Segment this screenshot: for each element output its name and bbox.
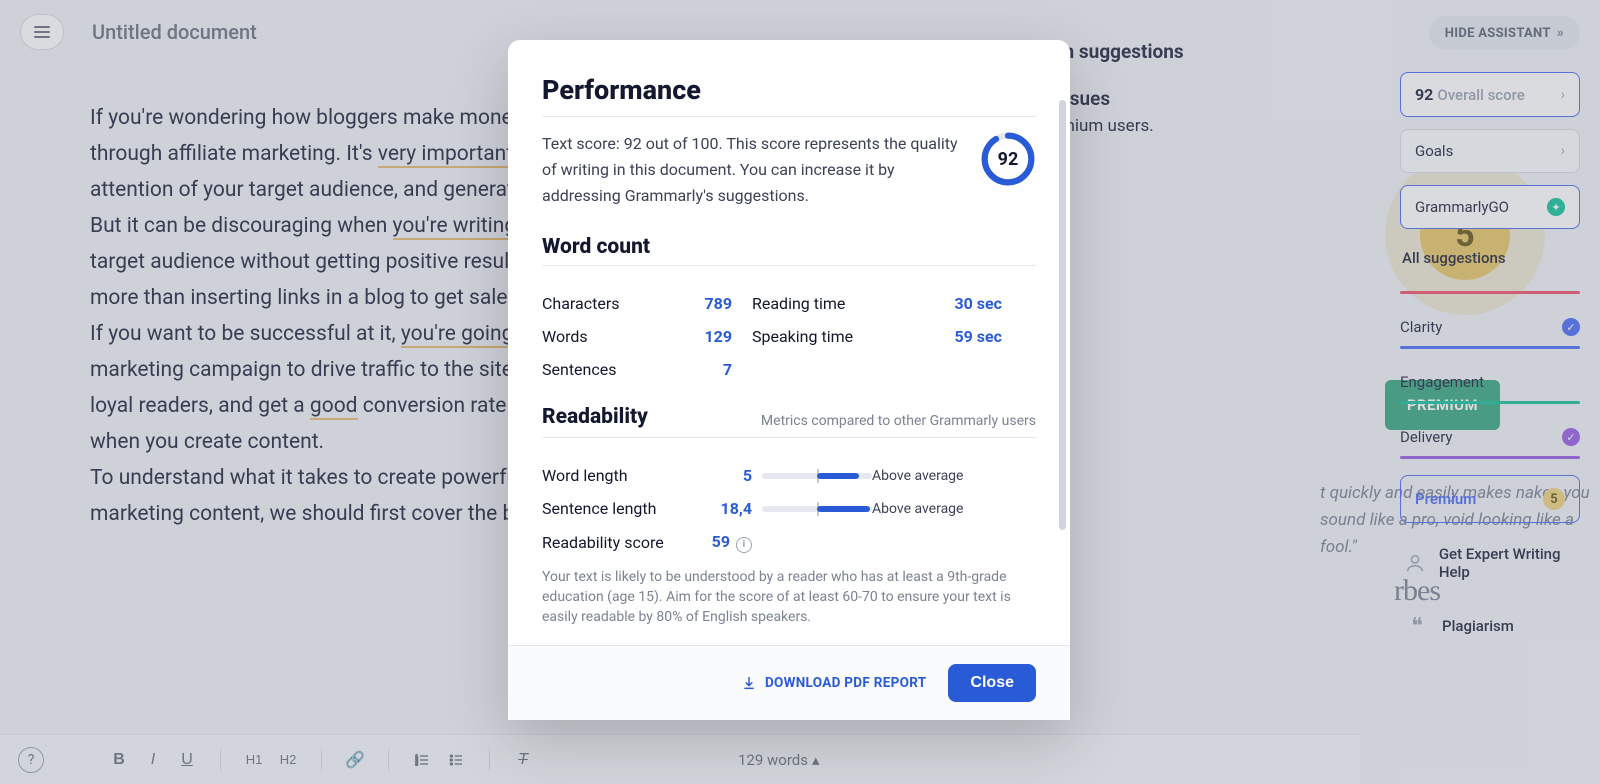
sentence-length-bar <box>762 506 872 512</box>
sentence-length-key: Sentence length <box>542 499 692 518</box>
download-pdf-label: DOWNLOAD PDF REPORT <box>765 675 926 691</box>
modal-footer: DOWNLOAD PDF REPORT Close <box>508 645 1070 720</box>
download-pdf-button[interactable]: DOWNLOAD PDF REPORT <box>741 675 926 691</box>
download-icon <box>741 675 757 691</box>
word-length-bar <box>762 473 872 479</box>
sentences-value: 7 <box>682 360 752 379</box>
speaking-time-value: 59 sec <box>902 327 1002 346</box>
word-count-stats: Characters 789 Reading time 30 sec Words… <box>542 280 1036 379</box>
close-button[interactable]: Close <box>948 664 1036 702</box>
word-length-comparison: Above average <box>872 468 1012 484</box>
word-length-value: 5 <box>692 466 762 485</box>
sentence-length-comparison: Above average <box>872 501 1012 517</box>
characters-value: 789 <box>682 294 752 313</box>
word-length-key: Word length <box>542 466 692 485</box>
words-value: 129 <box>682 327 752 346</box>
performance-title: Performance <box>542 74 1036 106</box>
sentences-key: Sentences <box>542 360 682 379</box>
characters-key: Characters <box>542 294 682 313</box>
score-ring: 92 <box>980 131 1036 187</box>
performance-modal: Performance Text score: 92 out of 100. T… <box>508 40 1070 720</box>
readability-score-key: Readability score <box>542 533 692 552</box>
performance-description: Text score: 92 out of 100. This score re… <box>542 131 960 209</box>
readability-title: Readability <box>542 405 648 429</box>
scrollbar[interactable] <box>1059 100 1066 530</box>
readability-hint: Metrics compared to other Grammarly user… <box>761 413 1036 429</box>
reading-time-key: Reading time <box>752 294 902 313</box>
words-key: Words <box>542 327 682 346</box>
score-value: 92 <box>980 131 1036 187</box>
sentence-length-value: 18,4 <box>692 499 762 518</box>
readability-note: Your text is likely to be understood by … <box>542 567 1036 627</box>
reading-time-value: 30 sec <box>902 294 1002 313</box>
readability-score-value: 59i <box>692 532 762 553</box>
info-icon[interactable]: i <box>736 537 752 553</box>
speaking-time-key: Speaking time <box>752 327 902 346</box>
readability-stats: Word length 5 Above average Sentence len… <box>542 452 1036 553</box>
word-count-title: Word count <box>542 235 1036 259</box>
